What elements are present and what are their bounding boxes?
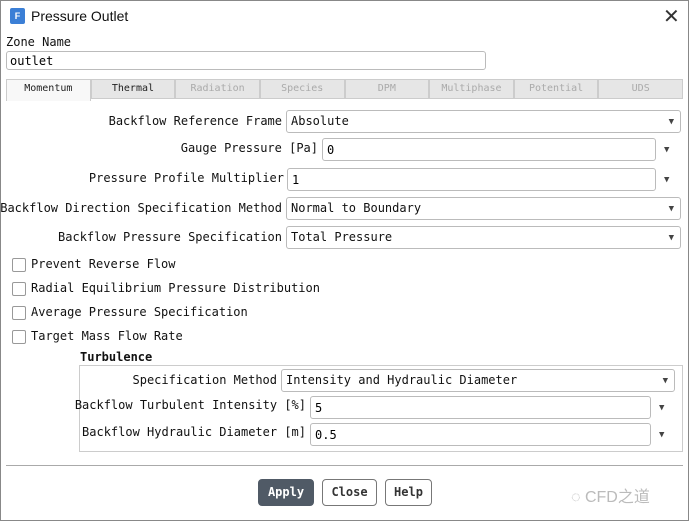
zone-name-input[interactable] [6, 51, 486, 70]
chevron-down-icon[interactable]: ▼ [664, 175, 669, 185]
selected-value: Absolute [291, 114, 349, 128]
watermark-text: CFD之道 [584, 489, 650, 506]
apply-button[interactable]: Apply [258, 479, 314, 506]
hydraulic-diameter-input[interactable] [310, 423, 651, 446]
pressure-spec-select[interactable]: Total Pressure ▼ [286, 226, 681, 249]
tab-bar: Momentum Thermal Radiation Species DPM M… [6, 79, 683, 101]
chevron-down-icon: ▼ [668, 233, 674, 243]
tab-radiation[interactable]: Radiation [175, 79, 260, 99]
chevron-down-icon: ▼ [668, 117, 674, 127]
gauge-pressure-input[interactable] [322, 138, 656, 161]
chevron-down-icon[interactable]: ▼ [659, 430, 664, 440]
backflow-ref-frame-label: Backflow Reference Frame [108, 114, 282, 128]
close-button[interactable]: Close [322, 479, 377, 506]
prevent-reverse-flow-checkbox[interactable] [12, 258, 26, 272]
spec-method-label: Specification Method [132, 373, 278, 387]
turbulence-heading: Turbulence [80, 350, 153, 364]
turbulent-intensity-label: Backflow Turbulent Intensity [%] [74, 398, 306, 412]
spec-method-select[interactable]: Intensity and Hydraulic Diameter ▼ [281, 369, 675, 392]
watermark: ◌ CFD之道 [571, 483, 650, 507]
wechat-icon: ◌ [571, 489, 585, 506]
direction-method-label: Backflow Direction Specification Method [0, 201, 282, 215]
close-icon[interactable]: ✕ [663, 4, 680, 29]
tab-multiphase[interactable]: Multiphase [429, 79, 514, 99]
chevron-down-icon: ▼ [662, 376, 668, 386]
profile-multiplier-input[interactable] [287, 168, 656, 191]
direction-method-select[interactable]: Normal to Boundary ▼ [286, 197, 681, 220]
app-icon: F [10, 8, 25, 24]
hydraulic-diameter-label: Backflow Hydraulic Diameter [m] [82, 425, 306, 439]
dialog-window: F Pressure Outlet ✕ Zone Name Momentum T… [0, 0, 689, 521]
tab-dpm[interactable]: DPM [344, 79, 430, 99]
dialog-title: Pressure Outlet [31, 8, 129, 24]
target-mass-flow-checkbox[interactable] [12, 330, 26, 344]
zone-name-label: Zone Name [6, 35, 72, 49]
tab-uds[interactable]: UDS [598, 79, 683, 99]
pressure-spec-label: Backflow Pressure Specification [58, 230, 282, 244]
selected-value: Total Pressure [291, 230, 393, 244]
tab-thermal[interactable]: Thermal [90, 79, 176, 99]
turbulent-intensity-input[interactable] [310, 396, 651, 419]
tab-momentum[interactable]: Momentum [6, 79, 91, 101]
radial-equilibrium-checkbox[interactable] [12, 282, 26, 296]
selected-value: Normal to Boundary [291, 201, 422, 215]
backflow-ref-frame-select[interactable]: Absolute ▼ [286, 110, 681, 133]
prevent-reverse-flow-label: Prevent Reverse Flow [31, 257, 176, 271]
gauge-pressure-label: Gauge Pressure [Pa] [180, 141, 318, 155]
tab-potential[interactable]: Potential [513, 79, 599, 99]
average-pressure-checkbox[interactable] [12, 306, 26, 320]
radial-equilibrium-label: Radial Equilibrium Pressure Distribution [31, 281, 320, 295]
profile-multiplier-label: Pressure Profile Multiplier [88, 171, 284, 185]
average-pressure-label: Average Pressure Specification [31, 305, 248, 319]
chevron-down-icon[interactable]: ▼ [664, 145, 669, 155]
divider [6, 465, 683, 466]
help-button[interactable]: Help [385, 479, 432, 506]
chevron-down-icon[interactable]: ▼ [659, 403, 664, 413]
target-mass-flow-label: Target Mass Flow Rate [31, 329, 183, 343]
tab-species[interactable]: Species [259, 79, 345, 99]
chevron-down-icon: ▼ [668, 204, 674, 214]
selected-value: Intensity and Hydraulic Diameter [286, 373, 518, 387]
